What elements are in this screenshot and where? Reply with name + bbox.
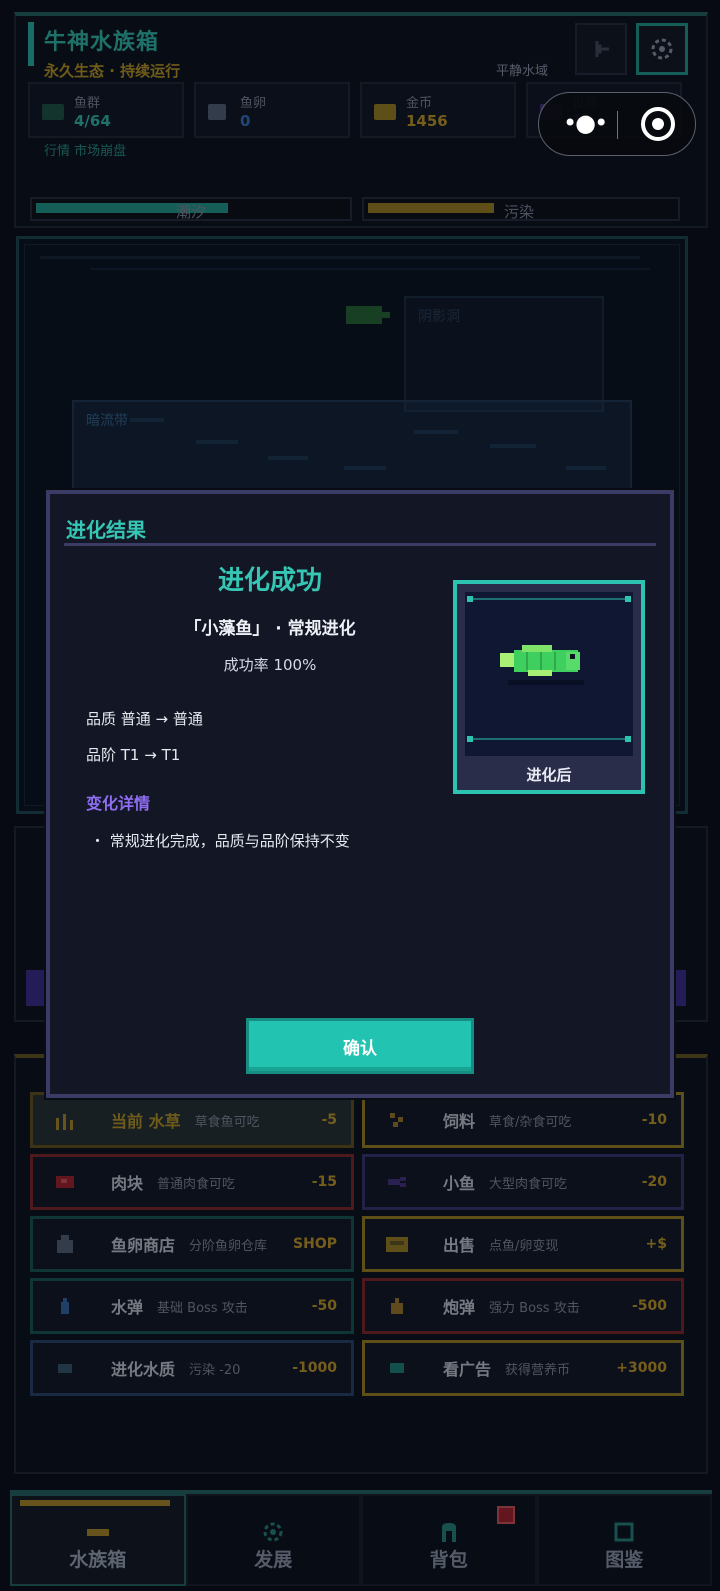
miniprogram-capsule: •●• [538,92,696,156]
capsule-divider [617,111,618,139]
details-heading: 变化详情 [86,794,151,813]
success-rate: 成功率 100% [223,656,317,674]
dialog-divider [64,543,656,546]
detail-item: ・ 常规进化完成，品质与品阶保持不变 [90,832,350,850]
preview-corner [467,736,473,742]
confirm-button[interactable]: 确认 [246,1018,474,1074]
target-close-icon[interactable] [641,107,675,141]
result-title: 进化成功 [217,566,322,596]
result-subtitle: 「小藻鱼」 · 常规进化 [184,619,356,639]
preview-corner [625,596,631,602]
more-dots-icon[interactable]: •●• [563,109,608,137]
dialog-title: 进化结果 [66,518,146,542]
preview-line-bottom [470,738,628,740]
quality-change: 品质 普通 → 普通 [86,710,203,728]
preview-corner [625,736,631,742]
tier-change: 品阶 T1 → T1 [86,746,181,764]
preview-label: 进化后 [526,766,572,784]
preview-corner [467,596,473,602]
preview-line-top [470,598,628,600]
evolved-fish-sprite [500,645,584,685]
